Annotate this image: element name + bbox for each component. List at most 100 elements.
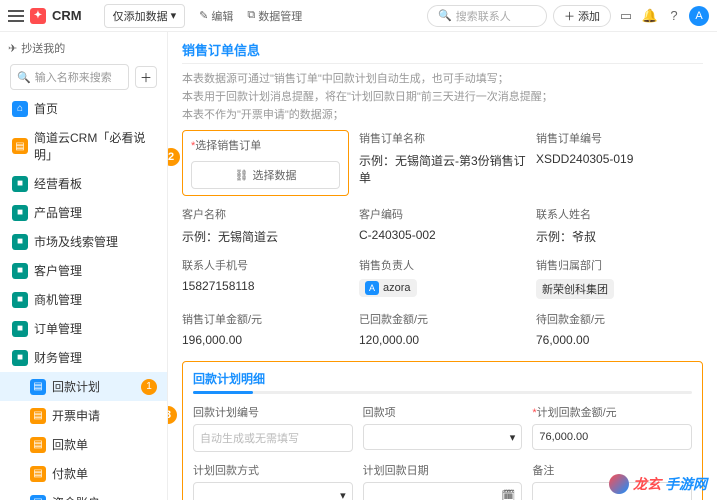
list-icon: ▤ [30,466,46,482]
data-manage-link[interactable]: ⧉ 数据管理 [247,8,302,24]
logo-icon: ✦ [30,8,46,24]
list-icon: ▤ [30,379,46,395]
sidebar-item-fund-account[interactable]: ▤资金账户 [0,488,167,500]
sidebar-item-product[interactable]: ■产品管理 [0,198,167,227]
sidebar: ✈ 抄送我的 🔍 输入名称来搜索 ＋ ⌂首页 ▤简道云CRM「必看说明」 ■经营… [0,32,168,500]
field-label: 计划回款方式 [193,462,353,478]
field-value: XSDD240305-019 [536,150,703,168]
field-value: 示例：爷叔 [536,226,703,247]
sidebar-item-receipt[interactable]: ▤回款单 [0,430,167,459]
field-label: 销售归属部门 [536,257,703,273]
field-label: 回款项 [363,404,523,420]
field-contact-phone: 联系人手机号 15827158118 [182,257,349,301]
plan-date-input[interactable]: 🗓 [363,482,523,500]
field-contact-name: 联系人姓名 示例：爷叔 [536,206,703,247]
chevron-down-icon: ▾ [510,431,516,444]
field-plan-method: 计划回款方式 ▾ [193,462,353,500]
send-icon: ✈ [8,42,17,55]
plus-icon: ＋ [564,8,575,24]
main-content: 销售订单信息 本表数据源可通过"销售订单"中回款计划自动生成，也可手动填写； 本… [168,32,717,500]
sidebar-item-home[interactable]: ⌂首页 [0,94,167,123]
marker-3: 3 [168,406,177,424]
desc-1: 本表数据源可通过"销售订单"中回款计划自动生成，也可手动填写； [182,70,703,86]
field-pending-amount: 待回款金额/元 76,000.00 [536,311,703,349]
field-value: 示例：无锡简道云 [182,226,349,247]
edit-link[interactable]: ✎ 编辑 [199,8,233,24]
field-label: 销售订单编号 [536,130,703,146]
add-mode-dropdown[interactable]: 仅添加数据 ▾ [104,4,186,28]
bell-icon[interactable]: 🔔 [641,7,659,25]
sidebar-search-row: 🔍 输入名称来搜索 ＋ [0,60,167,94]
field-select-order: *选择销售订单 ⛓选择数据 [182,130,349,196]
search-icon: 🔍 [438,9,452,22]
add-button[interactable]: ＋ 添加 [553,5,611,27]
copy-icon: ⧉ [247,9,255,22]
form-grid: 2 *选择销售订单 ⛓选择数据 销售订单名称 示例：无锡简道云-第3份销售订单 … [182,130,703,349]
help-icon[interactable]: ? [665,7,683,25]
book-icon[interactable]: ▭ [617,7,635,25]
sidebar-item-finance[interactable]: ■财务管理 [0,343,167,372]
field-value: C-240305-002 [359,226,526,244]
field-value: 新荣创科集团 [536,277,703,301]
folder-icon: ■ [12,263,28,279]
sidebar-item-guide[interactable]: ▤简道云CRM「必看说明」 [0,123,167,169]
folder-icon: ■ [12,292,28,308]
plan-code-input[interactable]: 自动生成或无需填写 [193,424,353,452]
watermark: 龙玄手游网 [609,474,707,494]
pencil-icon: ✎ [199,9,208,22]
sidebar-add-button[interactable]: ＋ [135,66,157,88]
plan-method-select[interactable]: ▾ [193,482,353,500]
sub-link[interactable]: ✈ 抄送我的 [0,36,167,60]
sidebar-item-customer[interactable]: ■客户管理 [0,256,167,285]
user-chip: A azora [359,279,417,297]
sidebar-item-payment[interactable]: ▤付款单 [0,459,167,488]
field-order-name: 销售订单名称 示例：无锡简道云-第3份销售订单 [359,130,526,196]
avatar[interactable]: A [689,6,709,26]
folder-icon: ■ [12,350,28,366]
layout: ✈ 抄送我的 🔍 输入名称来搜索 ＋ ⌂首页 ▤简道云CRM「必看说明」 ■经营… [0,32,717,500]
field-value: 15827158118 [182,277,349,295]
home-icon: ⌂ [12,101,28,117]
field-label: *选择销售订单 [191,137,340,153]
field-label: *计划回款金额/元 [532,404,692,420]
badge: 1 [141,379,157,395]
field-value: 120,000.00 [359,331,526,349]
select-data-button[interactable]: ⛓选择数据 [191,161,340,189]
field-value: 196,000.00 [182,331,349,349]
plan-amount-input[interactable]: 76,000.00 [532,424,692,450]
sidebar-item-market[interactable]: ■市场及线索管理 [0,227,167,256]
sidebar-item-dashboard[interactable]: ■经营看板 [0,169,167,198]
field-label: 联系人姓名 [536,206,703,222]
sidebar-item-payment-plan[interactable]: ▤回款计划1 [0,372,167,401]
list-icon: ▤ [30,408,46,424]
field-label: 客户编码 [359,206,526,222]
list-icon: ▤ [30,495,46,500]
sidebar-item-order[interactable]: ■订单管理 [0,314,167,343]
field-sales-dept: 销售归属部门 新荣创科集团 [536,257,703,301]
field-label: 销售订单名称 [359,130,526,146]
section-title: 销售订单信息 [182,40,703,64]
field-label: 待回款金额/元 [536,311,703,327]
topbar: ✦ CRM 仅添加数据 ▾ ✎ 编辑 ⧉ 数据管理 🔍 搜索联系人 ＋ 添加 ▭… [0,0,717,32]
field-label: 销售负责人 [359,257,526,273]
link-icon: ⛓ [235,169,249,182]
field-label: 销售订单金额/元 [182,311,349,327]
field-label: 回款计划编号 [193,404,353,420]
search-input[interactable]: 🔍 搜索联系人 [427,5,547,27]
payment-item-select[interactable]: ▾ [363,424,523,450]
watermark-logo-icon [609,474,629,494]
field-label: 联系人手机号 [182,257,349,273]
sidebar-item-invoice[interactable]: ▤开票申请 [0,401,167,430]
dept-chip: 新荣创科集团 [536,279,614,299]
menu-icon[interactable] [8,8,24,24]
search-icon: 🔍 [17,71,31,84]
marker-2: 2 [168,148,180,166]
progress-line [193,391,692,394]
desc-2: 本表用于回款计划消息提醒，将在"计划回款日期"前三天进行一次消息提醒； [182,88,703,104]
field-sales-owner: 销售负责人 A azora [359,257,526,301]
folder-icon: ■ [12,321,28,337]
add-mode-label: 仅添加数据 [113,8,168,24]
field-received-amount: 已回款金额/元 120,000.00 [359,311,526,349]
sidebar-search-input[interactable]: 🔍 输入名称来搜索 [10,64,129,90]
sidebar-item-opportunity[interactable]: ■商机管理 [0,285,167,314]
